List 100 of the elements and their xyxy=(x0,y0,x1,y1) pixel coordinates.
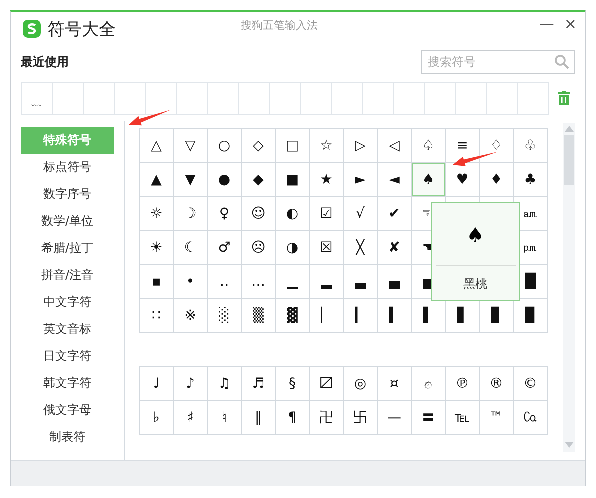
symbol-cell[interactable]: 〓 xyxy=(412,401,445,434)
symbol-cell[interactable]: ☼ xyxy=(140,197,173,230)
symbol-cell[interactable]: ☾ xyxy=(174,231,207,264)
symbol-cell[interactable]: ► xyxy=(344,163,377,196)
symbol-cell[interactable]: ¤ xyxy=(378,367,411,400)
close-button[interactable]: × xyxy=(562,14,579,34)
category-item[interactable]: 拼音/注音 xyxy=(21,262,114,289)
category-item[interactable]: 标点符号 xyxy=(21,154,114,181)
symbol-cell[interactable]: ╳ xyxy=(344,231,377,264)
symbol-cell[interactable]: ℗ xyxy=(446,367,479,400)
minimize-button[interactable]: — xyxy=(537,14,556,34)
symbol-cell[interactable]: ● xyxy=(208,163,241,196)
symbol-cell[interactable]: ▍ xyxy=(378,299,411,332)
symbol-cell[interactable]: • xyxy=(174,265,207,298)
category-item[interactable]: 希腊/拉丁 xyxy=(21,235,114,262)
symbol-cell[interactable]: ◐ xyxy=(276,197,309,230)
category-item[interactable]: 数字序号 xyxy=(21,181,114,208)
symbol-cell[interactable]: 卐 xyxy=(344,401,377,434)
category-item[interactable]: 日文字符 xyxy=(21,343,114,370)
symbol-cell[interactable]: ♩ xyxy=(140,367,173,400)
symbol-cell[interactable]: ♯ xyxy=(174,401,207,434)
symbol-cell[interactable]: ▒ xyxy=(242,299,275,332)
scroll-thumb[interactable] xyxy=(564,135,574,185)
symbol-cell[interactable]: ▓ xyxy=(276,299,309,332)
symbol-cell[interactable]: ® xyxy=(480,367,513,400)
symbol-cell[interactable]: ♣ xyxy=(514,163,547,196)
symbol-cell[interactable]: ▂ xyxy=(310,265,343,298)
symbol-cell[interactable]: ◆ xyxy=(242,163,275,196)
symbol-cell[interactable]: ♧ xyxy=(514,129,547,162)
symbol-cell[interactable]: ♪ xyxy=(174,367,207,400)
symbol-cell[interactable]: ▲ xyxy=(140,163,173,196)
symbol-cell[interactable]: ♂ xyxy=(208,231,241,264)
category-item[interactable]: 英文音标 xyxy=(21,316,114,343)
symbol-cell[interactable]: ■ xyxy=(276,163,309,196)
symbol-cell[interactable]: ◎ xyxy=(344,367,377,400)
symbol-cell[interactable]: ∷ xyxy=(140,299,173,332)
symbol-cell[interactable]: ♥ xyxy=(446,163,479,196)
symbol-cell[interactable]: ✔ xyxy=(378,197,411,230)
category-item[interactable]: 俄文字母 xyxy=(21,397,114,424)
symbol-cell[interactable]: ¶ xyxy=(276,401,309,434)
symbol-cell[interactable]: 〼 xyxy=(310,367,343,400)
recent-symbol[interactable]: ﹏ xyxy=(22,82,52,114)
symbol-cell[interactable]: ☹ xyxy=(242,231,275,264)
category-item[interactable]: 数学/单位 xyxy=(21,208,114,235)
symbol-cell[interactable]: ♬ xyxy=(242,367,275,400)
symbol-cell[interactable]: ※ xyxy=(174,299,207,332)
symbol-cell[interactable]: ㏇ xyxy=(514,401,547,434)
symbol-cell[interactable]: ░ xyxy=(208,299,241,332)
symbol-cell[interactable]: ◇ xyxy=(242,129,275,162)
category-item[interactable]: 中文字符 xyxy=(21,289,114,316)
symbol-cell[interactable]: ◄ xyxy=(378,163,411,196)
symbol-cell[interactable]: — xyxy=(378,401,411,434)
symbol-cell[interactable]: ▊ xyxy=(480,299,513,332)
symbol-cell[interactable]: ▃ xyxy=(344,265,377,298)
symbol-cell[interactable]: ♭ xyxy=(140,401,173,434)
symbol-cell[interactable]: ☑ xyxy=(310,197,343,230)
symbol-cell[interactable]: ♦ xyxy=(480,163,513,196)
symbol-cell[interactable]: ✘ xyxy=(378,231,411,264)
category-item[interactable]: 制表符 xyxy=(21,424,114,451)
symbol-cell[interactable]: ‥ xyxy=(208,265,241,298)
symbol-cell[interactable]: ▁ xyxy=(276,265,309,298)
symbol-cell[interactable]: ℡ xyxy=(446,401,479,434)
symbol-cell[interactable]: ▉ xyxy=(514,299,547,332)
symbol-cell[interactable]: √ xyxy=(344,197,377,230)
symbol-cell[interactable]: ◑ xyxy=(276,231,309,264)
search-field[interactable]: 搜索符号 xyxy=(421,50,575,74)
symbol-cell[interactable]: ▼ xyxy=(174,163,207,196)
category-item[interactable]: 韩文字符 xyxy=(21,370,114,397)
symbol-cell[interactable]: © xyxy=(514,367,547,400)
symbol-cell[interactable]: ♠ xyxy=(412,163,445,196)
symbol-cell[interactable]: □ xyxy=(276,129,309,162)
symbol-cell[interactable]: ○ xyxy=(208,129,241,162)
symbol-cell[interactable]: ◁ xyxy=(378,129,411,162)
symbol-cell[interactable]: ☀ xyxy=(140,231,173,264)
symbol-cell[interactable]: △ xyxy=(140,129,173,162)
symbol-cell[interactable]: 卍 xyxy=(310,401,343,434)
symbol-cell[interactable]: ★ xyxy=(310,163,343,196)
scrollbar[interactable] xyxy=(563,123,575,452)
symbol-cell[interactable]: … xyxy=(242,265,275,298)
symbol-cell[interactable]: ☽ xyxy=(174,197,207,230)
symbol-cell[interactable]: ♮ xyxy=(208,401,241,434)
symbol-cell[interactable]: ☒ xyxy=(310,231,343,264)
symbol-cell[interactable]: ♫ xyxy=(208,367,241,400)
symbol-cell[interactable]: ▌ xyxy=(412,299,445,332)
symbol-cell[interactable]: ☺ xyxy=(242,197,275,230)
symbol-cell[interactable]: ۞ xyxy=(412,367,445,400)
symbol-cell[interactable]: ‖ xyxy=(242,401,275,434)
symbol-cell[interactable]: ▎ xyxy=(344,299,377,332)
symbol-cell[interactable]: ▷ xyxy=(344,129,377,162)
symbol-cell[interactable]: ▪ xyxy=(140,265,173,298)
symbol-cell[interactable]: ▄ xyxy=(378,265,411,298)
symbol-cell[interactable]: ▏ xyxy=(310,299,343,332)
symbol-cell[interactable]: ♀ xyxy=(208,197,241,230)
symbol-cell[interactable]: ™ xyxy=(480,401,513,434)
symbol-cell[interactable]: ▋ xyxy=(446,299,479,332)
symbol-cell[interactable]: ♢ xyxy=(480,129,513,162)
symbol-cell[interactable]: ▽ xyxy=(174,129,207,162)
symbol-cell[interactable]: ♤ xyxy=(412,129,445,162)
symbol-cell[interactable]: ☆ xyxy=(310,129,343,162)
symbol-cell[interactable]: § xyxy=(276,367,309,400)
